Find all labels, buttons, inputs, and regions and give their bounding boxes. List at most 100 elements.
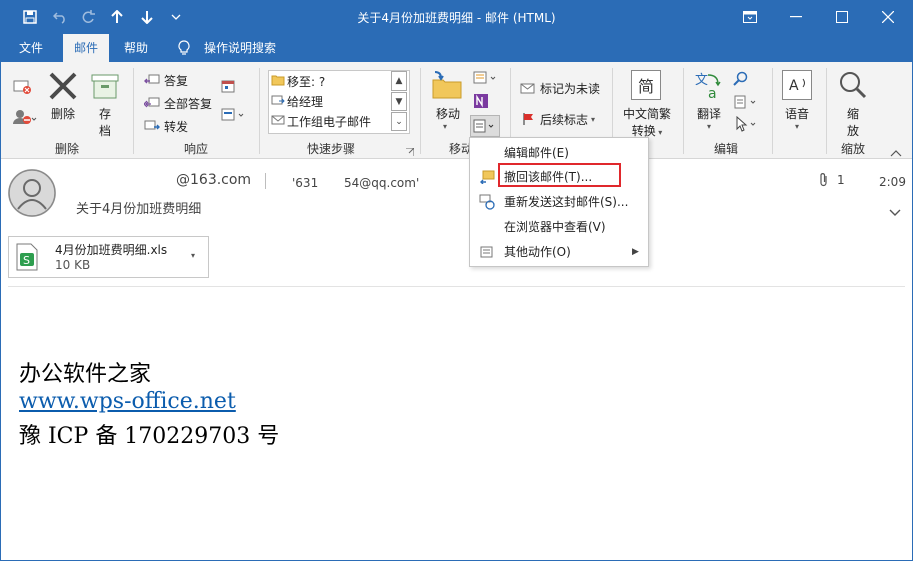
attachment-dropdown-icon[interactable]: ▾ bbox=[191, 251, 195, 260]
delete-icon[interactable] bbox=[47, 70, 81, 104]
body-link[interactable]: www.wps-office.net bbox=[19, 389, 236, 414]
meeting-icon[interactable] bbox=[221, 79, 239, 97]
mark-unread-button[interactable]: 标记为未读 bbox=[520, 78, 600, 98]
separator bbox=[772, 68, 773, 154]
move-folder-icon[interactable] bbox=[431, 70, 463, 102]
mark-unread-label: 标记为未读 bbox=[540, 81, 601, 96]
zoom-label-2: 放 bbox=[846, 124, 859, 138]
group-label-edit: 编辑 bbox=[713, 142, 738, 156]
menu-item-label: 其他动作(O) bbox=[504, 245, 571, 259]
quick-steps-gallery: 移至: ? 给经理 工作组电子邮件 bbox=[268, 70, 410, 134]
chinese-convert-button[interactable]: 中文简繁 转换 ▾ bbox=[619, 105, 675, 139]
excel-file-icon: S bbox=[15, 243, 39, 271]
svg-text:a: a bbox=[708, 86, 717, 100]
group-label-zoom: 缩放 bbox=[840, 142, 865, 156]
sender-address: @163.com bbox=[176, 172, 252, 188]
recipient-address: 54@qq.com' bbox=[344, 176, 420, 190]
speech-icon[interactable]: A bbox=[782, 70, 812, 100]
translate-button[interactable]: 翻译 ▾ bbox=[692, 105, 726, 131]
folder-arrow-icon bbox=[271, 74, 287, 89]
archive-button[interactable]: 存 档 bbox=[96, 105, 114, 139]
minimize-button[interactable] bbox=[773, 0, 819, 34]
close-button[interactable] bbox=[865, 0, 911, 34]
archive-label-2: 档 bbox=[98, 124, 111, 138]
reply-button[interactable]: 答复 bbox=[144, 70, 212, 90]
expand-gallery-icon[interactable]: ⌄ bbox=[391, 112, 407, 131]
menu-item-resend-message[interactable]: 重新发送这封邮件(S)... bbox=[470, 189, 648, 214]
chinese-convert-icon[interactable]: 简 bbox=[631, 70, 661, 100]
expand-header-icon[interactable] bbox=[889, 206, 903, 218]
avatar bbox=[8, 169, 56, 217]
group-label-quick-steps: 快速步骤 bbox=[306, 142, 355, 156]
chevron-down-icon: ▾ bbox=[591, 114, 596, 124]
maximize-button[interactable] bbox=[819, 0, 865, 34]
follow-up-button[interactable]: 后续标志 ▾ bbox=[520, 109, 600, 129]
delete-button[interactable]: 删除 bbox=[44, 105, 82, 122]
quick-step-team-email[interactable]: 工作组电子邮件 bbox=[269, 111, 409, 131]
quick-step-move-to[interactable]: 移至: ? bbox=[269, 71, 409, 91]
menu-item-other-actions[interactable]: 其他动作(O) ▶ bbox=[470, 239, 648, 264]
tab-mail[interactable]: 邮件 bbox=[63, 34, 109, 62]
reply-all-button[interactable]: 全部答复 bbox=[144, 93, 212, 113]
message-subject: 关于4月份加班费明细 bbox=[76, 202, 202, 217]
follow-up-label: 后续标志 bbox=[540, 112, 589, 127]
onenote-icon[interactable] bbox=[473, 93, 491, 111]
junk-icon[interactable] bbox=[12, 108, 38, 128]
flag-icon bbox=[520, 111, 536, 127]
scroll-down-icon[interactable]: ▼ bbox=[391, 92, 407, 111]
tell-me-search[interactable]: 操作说明搜索 bbox=[200, 34, 280, 62]
highlight-box bbox=[498, 163, 621, 187]
tab-file[interactable]: 文件 bbox=[15, 34, 47, 62]
svg-text:文: 文 bbox=[695, 73, 708, 88]
attachment-count: 1 bbox=[837, 173, 845, 187]
find-icon[interactable] bbox=[733, 71, 751, 89]
menu-item-label: 编辑邮件(E) bbox=[504, 146, 569, 160]
message-time: 2:09 bbox=[879, 175, 906, 189]
speech-button[interactable]: 语音 ▾ bbox=[780, 105, 814, 131]
resend-icon bbox=[470, 194, 504, 210]
forward-button[interactable]: 转发 bbox=[144, 116, 212, 136]
translate-icon[interactable]: 文a bbox=[694, 70, 724, 102]
zoom-icon[interactable] bbox=[838, 70, 868, 100]
menu-item-edit-message[interactable]: 编辑邮件(E) bbox=[470, 140, 648, 165]
collapse-ribbon-icon[interactable] bbox=[890, 146, 904, 157]
separator bbox=[259, 68, 260, 154]
forward-label: 转发 bbox=[164, 119, 189, 134]
menu-item-label: 在浏览器中查看(V) bbox=[504, 220, 606, 234]
menu-item-label: 重新发送这封邮件(S)... bbox=[504, 195, 629, 209]
move-button[interactable]: 移动 bbox=[431, 105, 465, 122]
dialog-launcher-icon[interactable] bbox=[406, 145, 416, 156]
tab-help[interactable]: 帮助 bbox=[120, 34, 152, 62]
reply-icon bbox=[144, 72, 160, 88]
quick-step-label: 移至: ? bbox=[287, 74, 326, 89]
separator bbox=[133, 68, 134, 154]
translate-label: 翻译 bbox=[696, 107, 721, 121]
ribbon-display-icon[interactable] bbox=[727, 0, 773, 34]
group-label-delete: 删除 bbox=[54, 142, 79, 156]
actions-context-menu: 编辑邮件(E) 撤回该邮件(T)... 重新发送这封邮件(S)... 在浏览器中… bbox=[469, 137, 649, 267]
mark-unread-icon bbox=[520, 80, 536, 96]
chevron-down-icon: ▾ bbox=[706, 122, 711, 131]
quick-step-label: 工作组电子邮件 bbox=[287, 114, 372, 129]
ignore-icon[interactable] bbox=[12, 78, 38, 98]
quick-step-manager[interactable]: 给经理 bbox=[269, 91, 409, 111]
speech-label: 语音 bbox=[784, 107, 809, 121]
move-dropdown-icon[interactable]: ▾ bbox=[443, 122, 453, 131]
archive-icon[interactable] bbox=[90, 72, 120, 102]
attachment-card[interactable]: S 4月份加班费明细.xls 10 KB ▾ bbox=[8, 236, 209, 278]
attachment-size: 10 KB bbox=[55, 258, 91, 272]
related-icon[interactable] bbox=[733, 94, 763, 112]
rules-icon[interactable] bbox=[473, 70, 499, 88]
zoom-button[interactable]: 缩 放 bbox=[843, 105, 863, 139]
separator bbox=[265, 173, 266, 189]
forward-mail-icon bbox=[271, 94, 287, 109]
zoom-label-1: 缩 bbox=[846, 107, 859, 121]
scroll-up-icon[interactable]: ▲ bbox=[391, 71, 407, 91]
menu-item-view-in-browser[interactable]: 在浏览器中查看(V) bbox=[470, 214, 648, 239]
separator bbox=[683, 68, 684, 154]
svg-text:S: S bbox=[23, 254, 30, 267]
more-respond-icon[interactable] bbox=[221, 107, 249, 125]
actions-button[interactable] bbox=[470, 115, 500, 137]
select-icon[interactable] bbox=[733, 115, 763, 134]
reply-all-label: 全部答复 bbox=[164, 96, 213, 111]
